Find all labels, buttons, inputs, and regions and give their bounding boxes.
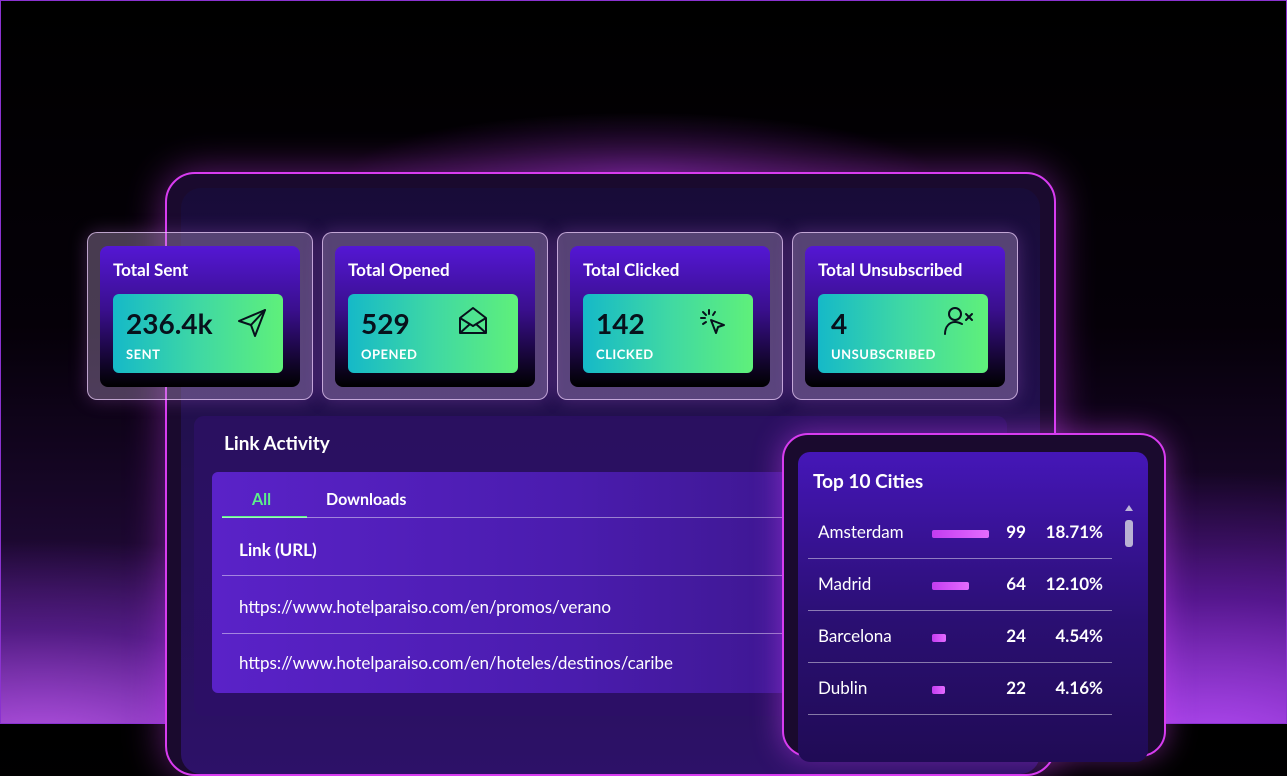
stat-label: OPENED [361,346,418,362]
stat-label: UNSUBSCRIBED [831,346,936,362]
city-percent: 12.10% [1045,573,1103,594]
top-cities-title: Top 10 Cities [813,470,924,493]
city-row: Amsterdam 99 18.71% [808,506,1112,559]
stat-card-inner: Total Opened 529 OPENED [335,246,535,387]
city-share-bar [932,530,989,538]
stat-card-inner: Total Clicked 142 CLICKED [570,246,770,387]
stat-value: 142 [596,306,645,340]
open-envelope-icon [459,307,487,334]
paper-plane-icon [238,309,266,337]
stat-label: SENT [126,346,161,362]
cursor-click-icon [700,309,725,334]
stat-value: 236.4k [126,306,213,340]
stat-value: 4 [831,306,848,340]
city-share-bar [932,582,969,590]
tab-all[interactable]: All [252,490,271,509]
city-name: Amsterdam [818,521,904,542]
link-row-url[interactable]: https://www.hotelparaiso.com/en/hoteles/… [239,652,673,673]
stat-card-total-opened: Total Opened 529 OPENED [322,232,548,400]
city-count: 99 [1006,521,1026,542]
stat-title: Total Opened [348,259,450,280]
city-count: 24 [1006,625,1026,646]
stat-label: CLICKED [596,346,654,362]
stat-title: Total Sent [113,259,189,280]
stat-card-inner: Total Sent 236.4k SENT [100,246,300,387]
city-row: Dublin 22 4.16% [808,662,1112,715]
stat-tile: 4 UNSUBSCRIBED [818,294,988,373]
stat-title: Total Clicked [583,259,680,280]
stat-card-total-clicked: Total Clicked 142 CLICKED [557,232,783,400]
stat-card-total-unsubscribed: Total Unsubscribed 4 UNSUBSCRIBED [792,232,1018,400]
city-count: 64 [1006,573,1026,594]
city-name: Dublin [818,677,868,698]
stat-card-total-sent: Total Sent 236.4k SENT [87,232,313,400]
city-name: Barcelona [818,625,892,646]
city-share-bar [932,634,946,642]
city-percent: 4.16% [1055,677,1103,698]
stat-tile: 236.4k SENT [113,294,283,373]
column-header-link-url: Link (URL) [239,539,317,560]
stat-card-inner: Total Unsubscribed 4 UNSUBSCRIBED [805,246,1005,387]
link-activity-title: Link Activity [224,432,330,455]
city-name: Madrid [818,573,872,594]
tabs-divider [222,517,812,518]
city-share-bar [932,686,945,694]
city-row: Madrid 64 12.10% [808,558,1112,611]
header-divider [222,575,812,576]
tab-downloads[interactable]: Downloads [326,490,406,509]
link-row-url[interactable]: https://www.hotelparaiso.com/en/promos/v… [239,596,611,617]
city-percent: 18.71% [1045,521,1103,542]
stat-title: Total Unsubscribed [818,259,963,280]
city-percent: 4.54% [1055,625,1103,646]
city-row: Barcelona 24 4.54% [808,610,1112,663]
stat-tile: 142 CLICKED [583,294,753,373]
user-remove-icon [944,307,973,335]
stat-tile: 529 OPENED [348,294,518,373]
scroll-up-arrow-icon[interactable] [1125,505,1133,511]
stat-value: 529 [361,306,410,340]
city-count: 22 [1006,677,1026,698]
scrollbar-thumb[interactable] [1125,520,1133,547]
row-divider [222,633,812,634]
